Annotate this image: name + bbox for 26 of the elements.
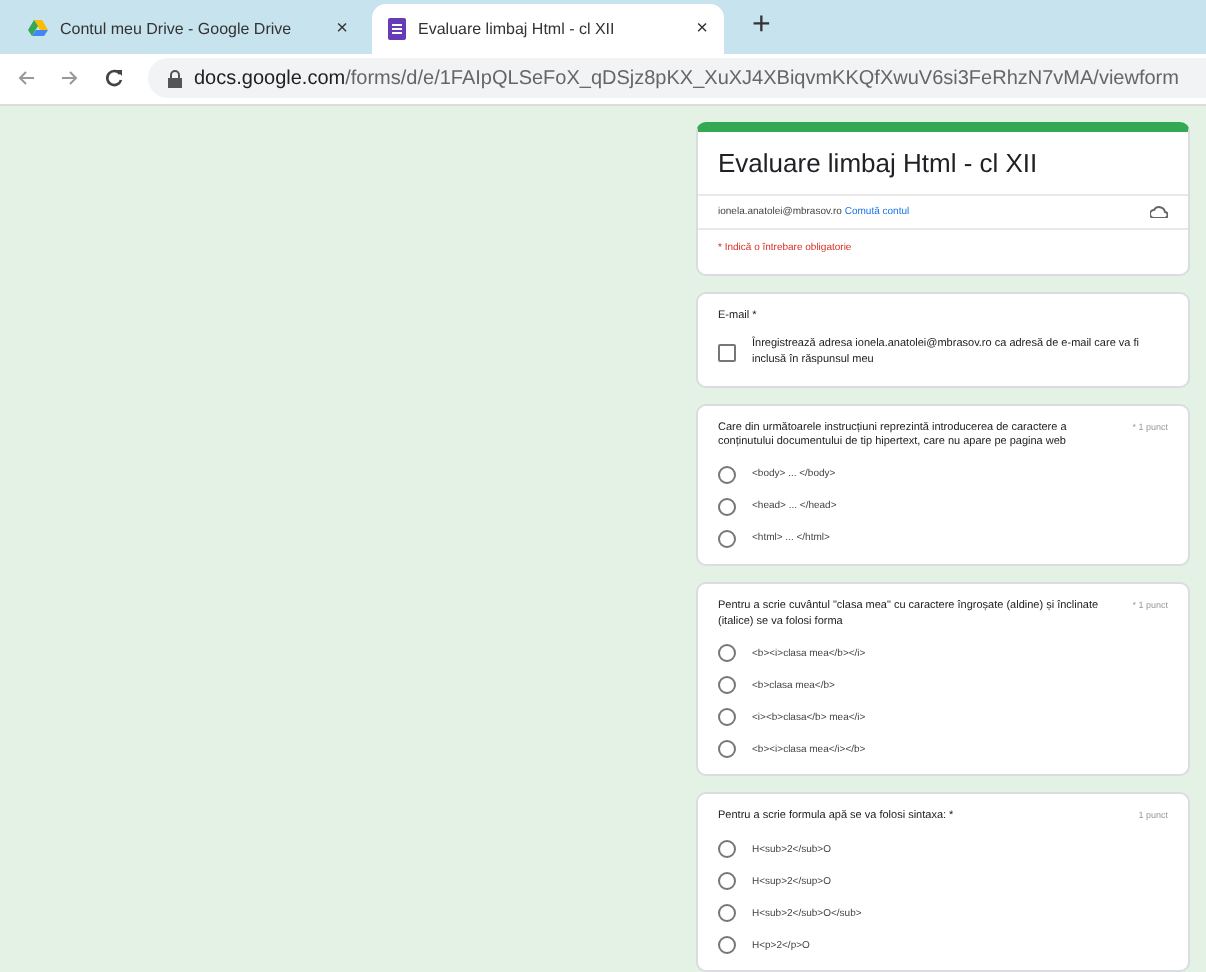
lock-icon (168, 69, 182, 88)
form-title: Evaluare limbaj Html - cl XII (716, 145, 1040, 182)
reload-icon[interactable] (104, 68, 124, 89)
checkbox[interactable] (718, 344, 736, 363)
close-icon[interactable]: × (336, 17, 348, 40)
radio-button[interactable] (718, 936, 736, 954)
forward-icon[interactable] (60, 68, 80, 89)
radio-button[interactable] (718, 529, 736, 548)
radio-button[interactable] (718, 872, 736, 890)
radio-button[interactable] (718, 676, 736, 695)
browser-tab[interactable]: Contul meu Drive - Google Drive × (12, 3, 364, 54)
form-icon (388, 17, 406, 40)
back-icon[interactable] (16, 68, 36, 89)
radio-button[interactable] (718, 644, 736, 663)
new-tab-button[interactable]: + (752, 7, 771, 44)
close-icon[interactable]: × (696, 17, 708, 40)
radio-button[interactable] (718, 840, 736, 858)
cloud-icon (1150, 205, 1168, 217)
browser-tab[interactable]: Evaluare limbaj Html - cl XII × (372, 3, 724, 54)
radio-button[interactable] (718, 904, 736, 922)
radio-button[interactable] (718, 708, 736, 727)
radio-button[interactable] (718, 497, 736, 516)
radio-button[interactable] (718, 465, 736, 484)
radio-button[interactable] (718, 740, 736, 759)
address-bar[interactable]: docs.google.com/forms/d/e/1FAIpQLSeFoX_qDSjz8pKX_XuXJ4XBiqvmKKQfXwuV6si3FeRhzN7vMA/viewform (148, 58, 1206, 99)
drive-icon (28, 19, 48, 38)
